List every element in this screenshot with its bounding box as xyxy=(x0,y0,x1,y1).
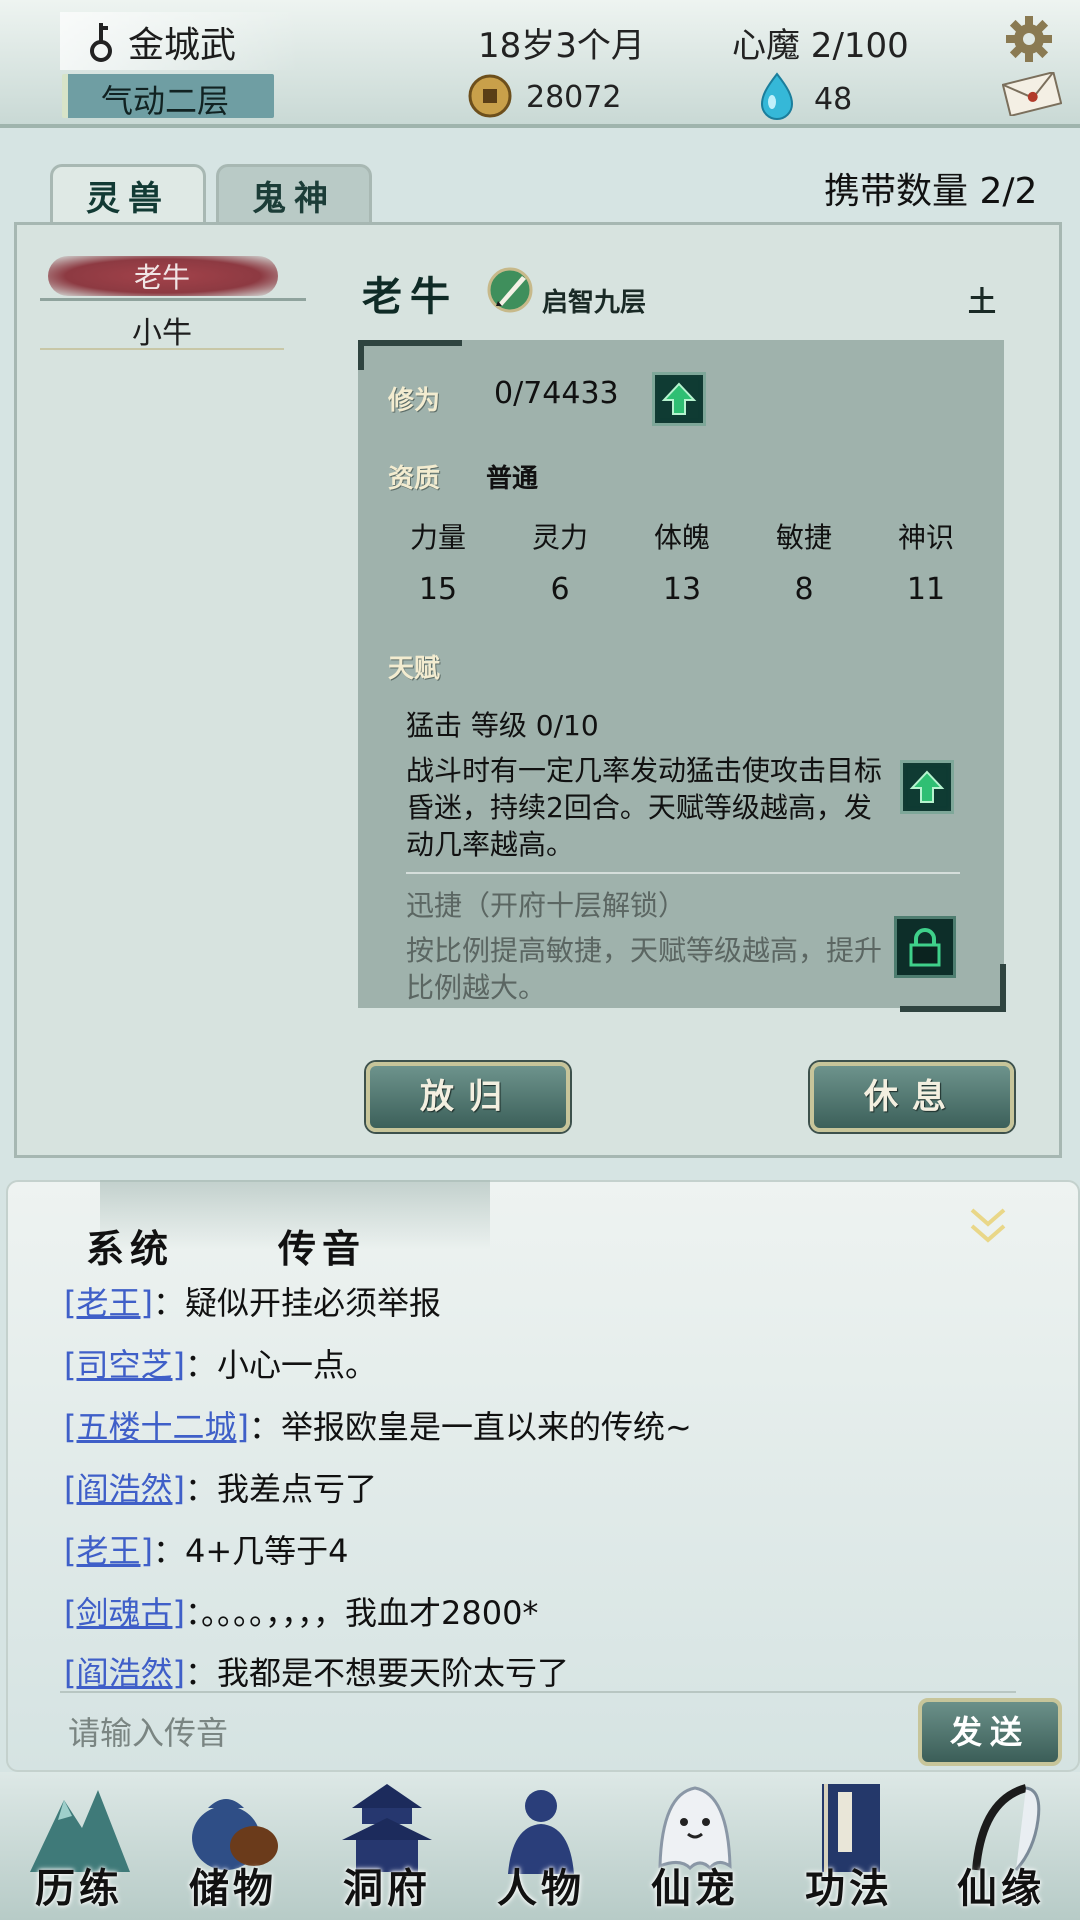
frame-corner xyxy=(358,340,364,370)
chat-text: ：我都是不想要天阶太亏了 xyxy=(184,1654,569,1692)
stat-value: 8 xyxy=(794,572,814,607)
divider xyxy=(40,348,284,350)
realm-label: 气动二层 xyxy=(100,82,229,120)
stat-name: 体魄 xyxy=(653,521,710,554)
spirit-jade-icon xyxy=(760,72,794,120)
pet-element: 土 xyxy=(968,285,997,318)
coin-icon xyxy=(468,74,512,118)
divider xyxy=(60,1691,1016,1693)
nav-techniques[interactable]: 功法 xyxy=(774,1776,924,1920)
nav-label: 仙缘 xyxy=(957,1865,1045,1912)
chat-input[interactable] xyxy=(68,1710,898,1756)
chat-message: [司空芝]：小心一点。 xyxy=(64,1340,377,1386)
chat-text: ：。。。。，，，，我血才2800* xyxy=(184,1594,539,1632)
divider xyxy=(406,872,960,874)
stat-name: 敏捷 xyxy=(775,521,832,554)
chat-username[interactable]: [五楼十二城] xyxy=(64,1408,249,1446)
nav-label: 储物 xyxy=(189,1865,277,1912)
carry-count: 携带数量 2/2 xyxy=(824,171,1038,212)
nav-pet[interactable]: 仙宠 xyxy=(620,1776,770,1920)
chat-tab-system[interactable]: 系统 xyxy=(86,1218,174,1273)
nav-cave-mansion[interactable]: 洞府 xyxy=(312,1776,462,1920)
chevron-down-icon[interactable] xyxy=(966,1202,1010,1250)
chat-message: [阎浩然]：我都是不想要天阶太亏了 xyxy=(64,1648,569,1694)
stat-name: 神识 xyxy=(897,521,954,554)
divider xyxy=(40,298,306,301)
chat-username[interactable]: [司空芝] xyxy=(64,1346,185,1384)
rename-brush-icon[interactable] xyxy=(486,266,534,314)
pet-list-item[interactable]: 小牛 xyxy=(40,308,284,352)
heart-demon-label: 心魔 2/100 xyxy=(732,26,909,66)
frame-corner xyxy=(900,1006,1006,1012)
talent-upgrade-button[interactable] xyxy=(900,760,954,814)
chat-text: ：我差点亏了 xyxy=(184,1470,377,1508)
nav-label: 仙宠 xyxy=(651,1865,739,1912)
jade-count: 48 xyxy=(814,82,853,117)
talent-label: 天赋 xyxy=(388,654,441,684)
chat-username[interactable]: [阎浩然] xyxy=(64,1470,185,1508)
stat-value: 15 xyxy=(418,572,458,607)
talent-lock-button[interactable] xyxy=(894,916,956,978)
chat-username[interactable]: [老王] xyxy=(64,1284,153,1322)
frame-corner xyxy=(358,340,462,346)
age-label: 18岁3个月 xyxy=(478,26,645,66)
chat-text: ：举报欧皇是一直以来的传统~ xyxy=(248,1408,692,1446)
tab-ghost-god[interactable]: 鬼神 xyxy=(216,164,372,229)
talent-title: 猛击 等级 0/10 xyxy=(406,709,599,742)
talent-description: 战斗时有一定几率发动猛击使攻击目标昏迷，持续2回合。天赋等级越高，发动几率越高。 xyxy=(406,754,883,861)
chat-message: [老王]：疑似开挂必须举报 xyxy=(64,1278,441,1324)
stat-name: 力量 xyxy=(409,521,466,554)
chat-username[interactable]: [老王] xyxy=(64,1532,153,1570)
key-icon xyxy=(90,23,112,62)
stat-name: 灵力 xyxy=(531,521,588,554)
gear-icon[interactable] xyxy=(1004,14,1054,64)
mail-icon[interactable] xyxy=(1002,72,1062,116)
chat-tab-voice[interactable]: 传音 xyxy=(278,1218,366,1273)
arrow-up-icon xyxy=(909,770,945,803)
nav-label: 洞府 xyxy=(343,1865,431,1912)
chat-text: ：小心一点。 xyxy=(184,1346,377,1384)
nav-label: 功法 xyxy=(805,1865,893,1912)
send-button[interactable]: 发送 xyxy=(918,1698,1062,1766)
chat-username[interactable]: [阎浩然] xyxy=(64,1654,185,1692)
stat-value: 11 xyxy=(906,572,946,607)
cultivation-upgrade-button[interactable] xyxy=(652,372,706,426)
locked-talent-description: 按比例提高敏捷，天赋等级越高，提升比例越大。 xyxy=(406,934,883,1004)
arrow-up-icon xyxy=(661,382,697,415)
pet-list-item[interactable]: 老牛 xyxy=(40,256,284,296)
player-name: 金城武 xyxy=(128,25,237,66)
cultivation-label: 修为 xyxy=(388,386,441,416)
chat-text: ：疑似开挂必须举报 xyxy=(152,1284,441,1322)
aptitude-value: 普通 xyxy=(486,464,539,494)
pet-name: 老牛 xyxy=(362,273,458,320)
chat-message: [老王]：4+几等于4 xyxy=(64,1526,349,1572)
nav-character[interactable]: 人物 xyxy=(466,1776,616,1920)
nav-storage[interactable]: 储物 xyxy=(158,1776,308,1920)
nav-fate[interactable]: 仙缘 xyxy=(926,1776,1076,1920)
chat-message: [五楼十二城]：举报欧皇是一直以来的传统~ xyxy=(64,1402,692,1448)
coin-count: 28072 xyxy=(526,80,622,115)
nav-training[interactable]: 历练 xyxy=(4,1776,154,1920)
rest-button[interactable]: 休息 xyxy=(810,1062,1014,1132)
chat-message: [剑魂古]：。。。。，，，，我血才2800* xyxy=(64,1588,538,1634)
chat-text: ：4+几等于4 xyxy=(152,1532,349,1570)
nav-label: 历练 xyxy=(35,1865,123,1912)
stat-value: 6 xyxy=(550,572,570,607)
chat-username[interactable]: [剑魂古] xyxy=(64,1594,185,1632)
pet-rank: 启智九层 xyxy=(542,288,647,318)
chat-message: [阎浩然]：我差点亏了 xyxy=(64,1464,377,1510)
frame-corner xyxy=(1000,964,1006,1010)
stat-value: 13 xyxy=(662,572,702,607)
aptitude-label: 资质 xyxy=(388,464,441,494)
lock-icon xyxy=(909,928,941,967)
nav-label: 人物 xyxy=(497,1865,585,1912)
release-button[interactable]: 放归 xyxy=(366,1062,570,1132)
cultivation-value: 0/74433 xyxy=(494,376,619,411)
locked-talent-title: 迅捷（开府十层解锁） xyxy=(406,889,687,922)
